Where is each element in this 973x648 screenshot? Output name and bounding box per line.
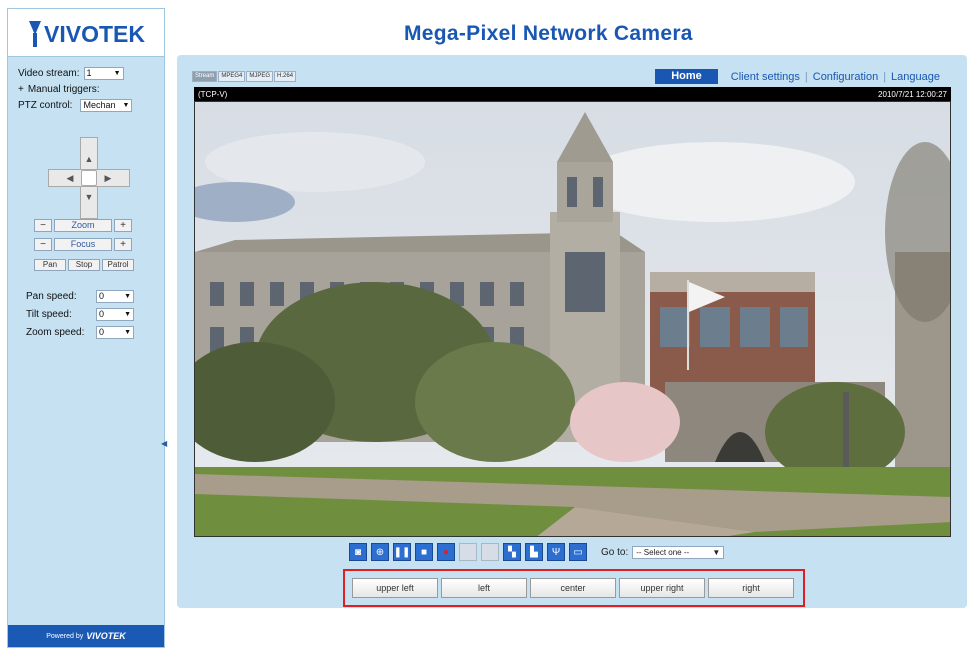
volume-icon[interactable] [459,543,477,561]
logo-area: VIVOTEK [8,9,164,57]
pan-speed-value: 0 [99,291,105,301]
stream-tab-stream[interactable]: Stream [192,71,218,82]
video-caption-bar: (TCP-V) 2010/7/21 12:00:27 [194,87,951,101]
chevron-down-icon: ▼ [122,101,130,109]
zoom-label: Zoom [54,219,112,232]
chevron-down-icon: ▼ [113,69,121,77]
tilt-speed-label: Tilt speed: [26,308,72,320]
ptz-direction-pad: ▲ ▼ ◀ ▶ [48,137,130,219]
vivotek-logo: VIVOTEK [28,21,145,47]
stream-tab-h264[interactable]: H.264 [274,71,297,82]
ptz-control-label: PTZ control: [18,99,73,111]
nav-language[interactable]: Language [886,71,945,83]
tilt-speed-select[interactable]: 0 ▼ [96,307,134,321]
video-timestamp: 2010/7/21 12:00:27 [878,89,947,99]
collapse-sidebar-icon[interactable]: ◀ [161,439,167,448]
focus-far-button[interactable]: + [114,238,132,251]
patrol-button[interactable]: Patrol [102,259,134,271]
stop-button[interactable]: Stop [68,259,100,271]
chevron-down-icon: ▼ [124,292,131,300]
goto-preset: Go to: -- Select one -- ▼ [601,545,725,559]
page-title: Mega-Pixel Network Camera [404,22,693,45]
preset-upper-left-button[interactable]: upper left [352,578,438,598]
ptz-control-row: PTZ control: Mechan ▼ [18,97,158,113]
logo-mark-icon [28,21,42,47]
pan-down-arrow-icon[interactable]: ▼ [81,189,97,205]
live-video-view[interactable] [194,101,951,537]
video-stream-row: Video stream: 1 ▼ [18,65,158,81]
pan-right-arrow-icon[interactable]: ▶ [100,170,116,186]
zoom-out-button[interactable]: − [34,219,52,232]
zoom-speed-row: Zoom speed: 0 ▼ [26,323,156,341]
zoom-icon[interactable]: ⊕ [371,543,389,561]
pause-icon[interactable]: ❚❚ [393,543,411,561]
record-icon[interactable]: ● [437,543,455,561]
snapshot-icon[interactable]: ◙ [349,543,367,561]
campus-scene-image [195,102,950,536]
nav-configuration[interactable]: Configuration [808,71,883,83]
goto-label: Go to: [601,546,629,558]
chevron-down-icon: ▼ [712,547,721,557]
zoom-speed-label: Zoom speed: [26,326,85,338]
chevron-down-icon: ▼ [124,310,131,318]
chevron-down-icon: ▼ [124,328,131,336]
pan-speed-select[interactable]: 0 ▼ [96,289,134,303]
pan-button[interactable]: Pan [34,259,66,271]
preset-buttons: upper left left center upper right right [352,578,797,598]
powered-by-bar: Powered by VIVOTEK [8,625,164,647]
zoom-speed-value: 0 [99,327,105,337]
tilt-speed-value: 0 [99,309,105,319]
pan-left-arrow-icon[interactable]: ◀ [62,170,78,186]
sidebar: VIVOTEK Video stream: 1 ▼ + Manual trigg… [7,8,167,648]
zoom-speed-select[interactable]: 0 ▼ [96,325,134,339]
speed-controls: Pan speed: 0 ▼ Tilt speed: 0 ▼ Zoom spee… [26,287,156,341]
image-icon[interactable]: ▙ [525,543,543,561]
goto-select[interactable]: -- Select one -- ▼ [632,545,725,559]
stream-tabs: Stream MPEG4 MJPEG H.264 [192,71,297,82]
zoom-in-button[interactable]: + [114,219,132,232]
manual-triggers-row[interactable]: + Manual triggers: [18,81,158,97]
video-stream-select[interactable]: 1 ▼ [83,66,124,80]
stop-icon[interactable]: ■ [415,543,433,561]
preset-right-button[interactable]: right [708,578,794,598]
main-panel: Stream MPEG4 MJPEG H.264 Home Client set… [177,55,967,608]
powered-by-label: Powered by [46,632,84,640]
focus-label: Focus [54,238,112,251]
zoom-controls: − Zoom + [34,219,132,232]
ptz-control-value: Mechan [83,100,116,110]
tilt-speed-row: Tilt speed: 0 ▼ [26,305,156,323]
logo-text: VIVOTEK [44,21,145,47]
focus-controls: − Focus + [34,238,132,251]
pan-speed-label: Pan speed: [26,290,77,302]
ptz-control-select[interactable]: Mechan ▼ [80,98,133,112]
nav-client-settings[interactable]: Client settings [726,71,805,83]
stream-tab-mjpeg[interactable]: MJPEG [246,71,274,82]
manual-triggers-label: Manual triggers: [27,83,100,95]
video-toolbar: ◙ ⊕ ❚❚ ■ ● ▚ ▙ Ψ ▭ Go to: -- Select one … [349,543,725,561]
goto-value: -- Select one -- [636,547,690,557]
patrol-controls: Pan Stop Patrol [34,259,136,271]
preset-left-button[interactable]: left [441,578,527,598]
video-stream-label: Video stream: [18,67,80,79]
top-nav: Home Client settings | Configuration | L… [655,69,945,84]
powered-by-brand: VIVOTEK [86,631,126,641]
preset-center-button[interactable]: center [530,578,616,598]
video-caption: (TCP-V) [198,89,228,99]
preset-upper-right-button[interactable]: upper right [619,578,705,598]
expand-icon: + [18,83,24,95]
usb-icon[interactable]: Ψ [547,543,565,561]
fullscreen-icon[interactable]: ▭ [569,543,587,561]
pan-up-arrow-icon[interactable]: ▲ [81,151,97,167]
stream-tab-mpeg4[interactable]: MPEG4 [218,71,246,82]
panorama-icon[interactable]: ▚ [503,543,521,561]
mute-icon[interactable] [481,543,499,561]
pan-speed-row: Pan speed: 0 ▼ [26,287,156,305]
video-stream-value: 1 [86,68,92,78]
home-center-button[interactable] [81,170,97,186]
nav-home[interactable]: Home [655,69,718,84]
focus-near-button[interactable]: − [34,238,52,251]
